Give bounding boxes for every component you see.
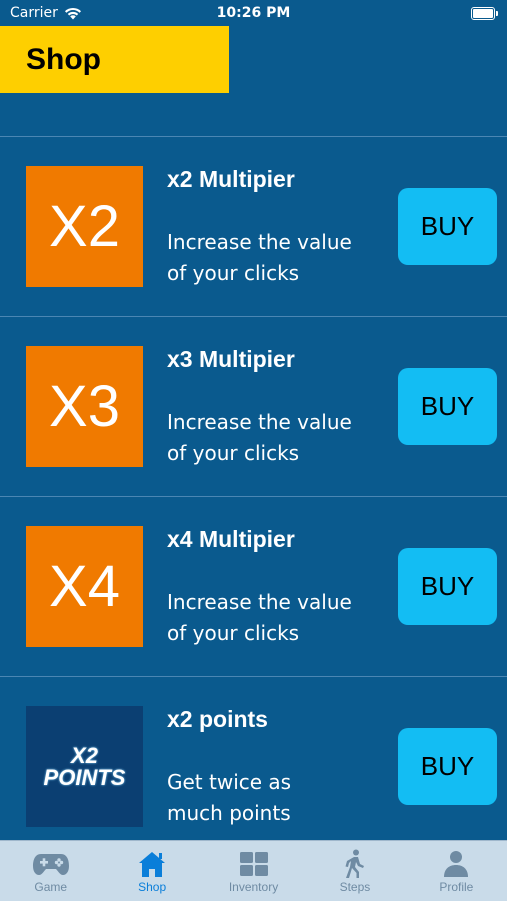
x2-points-thumbnail: X2 POINTS — [26, 706, 143, 827]
item-description: Get twice as much points — [167, 767, 372, 829]
tab-game[interactable]: Game — [0, 841, 101, 901]
item-description-line: Increase the value — [167, 230, 352, 254]
tab-bar: Game Shop Inventory Steps Profile — [0, 840, 507, 901]
item-description-line: Increase the value — [167, 590, 352, 614]
shop-item-x2-multiplier: X2 x2 Multipier Increase the value of yo… — [0, 137, 507, 317]
grid-icon — [234, 849, 274, 879]
tab-label: Profile — [439, 880, 474, 894]
person-icon — [436, 849, 476, 879]
x4-multiplier-thumbnail: X4 — [26, 526, 143, 647]
shop-item-x2-points: X2 POINTS x2 points Get twice as much po… — [0, 677, 507, 856]
item-description-line: of your clicks — [167, 441, 300, 465]
tab-label: Steps — [339, 880, 371, 894]
shop-item-x3-multiplier: X3 x3 Multipier Increase the value of yo… — [0, 317, 507, 497]
shop-icon — [132, 849, 172, 879]
walking-icon — [335, 849, 375, 879]
buy-button-x2-multiplier[interactable]: BUY — [398, 188, 497, 265]
x2-multiplier-thumbnail: X2 — [26, 166, 143, 287]
tab-label: Game — [34, 880, 68, 894]
item-description-line: of your clicks — [167, 261, 300, 285]
badge-line: POINTS — [43, 764, 126, 790]
item-description-line: Get twice as — [167, 770, 292, 794]
buy-button-x2-points[interactable]: BUY — [398, 728, 497, 805]
item-title: x2 points — [167, 706, 268, 732]
tab-shop[interactable]: Shop — [101, 841, 202, 901]
battery-icon — [471, 7, 498, 20]
item-description-line: Increase the value — [167, 410, 352, 434]
buy-button-x3-multiplier[interactable]: BUY — [398, 368, 497, 445]
item-description-line: of your clicks — [167, 621, 300, 645]
buy-button-x4-multiplier[interactable]: BUY — [398, 548, 497, 625]
tab-label: Inventory — [228, 880, 279, 894]
x3-multiplier-thumbnail: X3 — [26, 346, 143, 467]
item-title: x3 Multipier — [167, 346, 295, 372]
tab-label: Shop — [138, 880, 167, 894]
tab-profile[interactable]: Profile — [406, 841, 507, 901]
x2-points-badge: X2 POINTS — [43, 742, 126, 790]
tab-steps[interactable]: Steps — [304, 841, 405, 901]
item-title: x4 Multipier — [167, 526, 295, 552]
status-time: 10:26 PM — [216, 5, 291, 21]
item-description-line: much points — [167, 801, 291, 825]
shop-item-x4-multiplier: X4 x4 Multipier Increase the value of yo… — [0, 497, 507, 677]
item-title: x2 Multipier — [167, 166, 295, 192]
status-bar: Carrier 10:26 PM — [0, 0, 507, 26]
item-description: Increase the value of your clicks — [167, 587, 372, 649]
tab-inventory[interactable]: Inventory — [203, 841, 304, 901]
shop-list: X2 x2 Multipier Increase the value of yo… — [0, 137, 507, 856]
gamepad-icon — [31, 849, 71, 879]
item-description: Increase the value of your clicks — [167, 407, 372, 469]
page-title: Shop — [0, 26, 229, 93]
badge-line: X2 — [71, 742, 98, 768]
item-description: Increase the value of your clicks — [167, 227, 372, 289]
